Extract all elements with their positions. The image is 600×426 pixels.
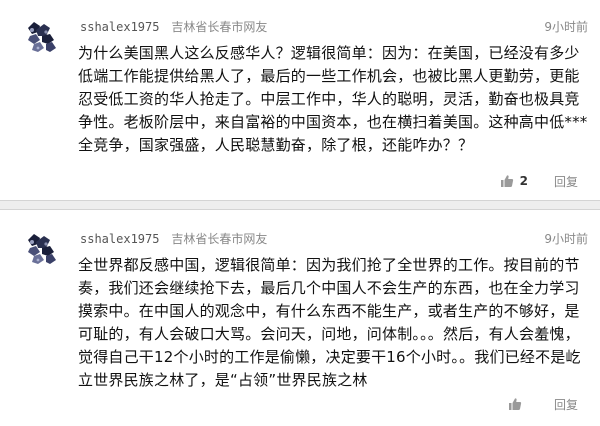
avatar[interactable] bbox=[20, 230, 62, 270]
like-button[interactable] bbox=[508, 397, 528, 411]
reply-button[interactable]: 回复 bbox=[554, 173, 578, 190]
username[interactable]: sshalex1975 bbox=[80, 232, 159, 246]
comment-meta: sshalex1975 吉林省长春市网友 9小时前 bbox=[80, 230, 588, 248]
comment-meta: sshalex1975 吉林省长春市网友 9小时前 bbox=[80, 18, 588, 36]
like-button[interactable]: 2 bbox=[500, 174, 528, 188]
reply-button[interactable]: 回复 bbox=[554, 396, 578, 413]
avatar-image bbox=[20, 230, 62, 270]
user-location: 吉林省长春市网友 bbox=[171, 20, 268, 34]
comment-text: 全世界都反感中国，逻辑很简单：因为我们抢了全世界的工作。按目前的节奏，我们还会继… bbox=[78, 256, 581, 389]
comment-item: sshalex1975 吉林省长春市网友 9小时前 为什么美国黑人这么反感华人？… bbox=[0, 0, 600, 200]
username[interactable]: sshalex1975 bbox=[80, 20, 159, 34]
thumbs-up-icon bbox=[500, 175, 513, 187]
comment-divider bbox=[0, 200, 600, 210]
comment-item: sshalex1975 吉林省长春市网友 9小时前 全世界都反感中国，逻辑很简单… bbox=[0, 210, 600, 426]
comment-actions: 2 回复 bbox=[500, 172, 578, 190]
comment-feed: sshalex1975 吉林省长春市网友 9小时前 为什么美国黑人这么反感华人？… bbox=[0, 0, 600, 426]
comment-text: 为什么美国黑人这么反感华人？逻辑很简单：因为：在美国，已经没有多少低端工作能提供… bbox=[78, 44, 588, 154]
avatar[interactable] bbox=[20, 18, 62, 58]
comment-actions: 回复 bbox=[508, 395, 578, 413]
timestamp: 9小时前 bbox=[544, 232, 588, 246]
thumbs-up-icon bbox=[508, 398, 522, 410]
avatar-image bbox=[20, 18, 62, 58]
like-count: 2 bbox=[519, 174, 528, 188]
timestamp: 9小时前 bbox=[544, 20, 588, 34]
user-location: 吉林省长春市网友 bbox=[171, 232, 268, 246]
